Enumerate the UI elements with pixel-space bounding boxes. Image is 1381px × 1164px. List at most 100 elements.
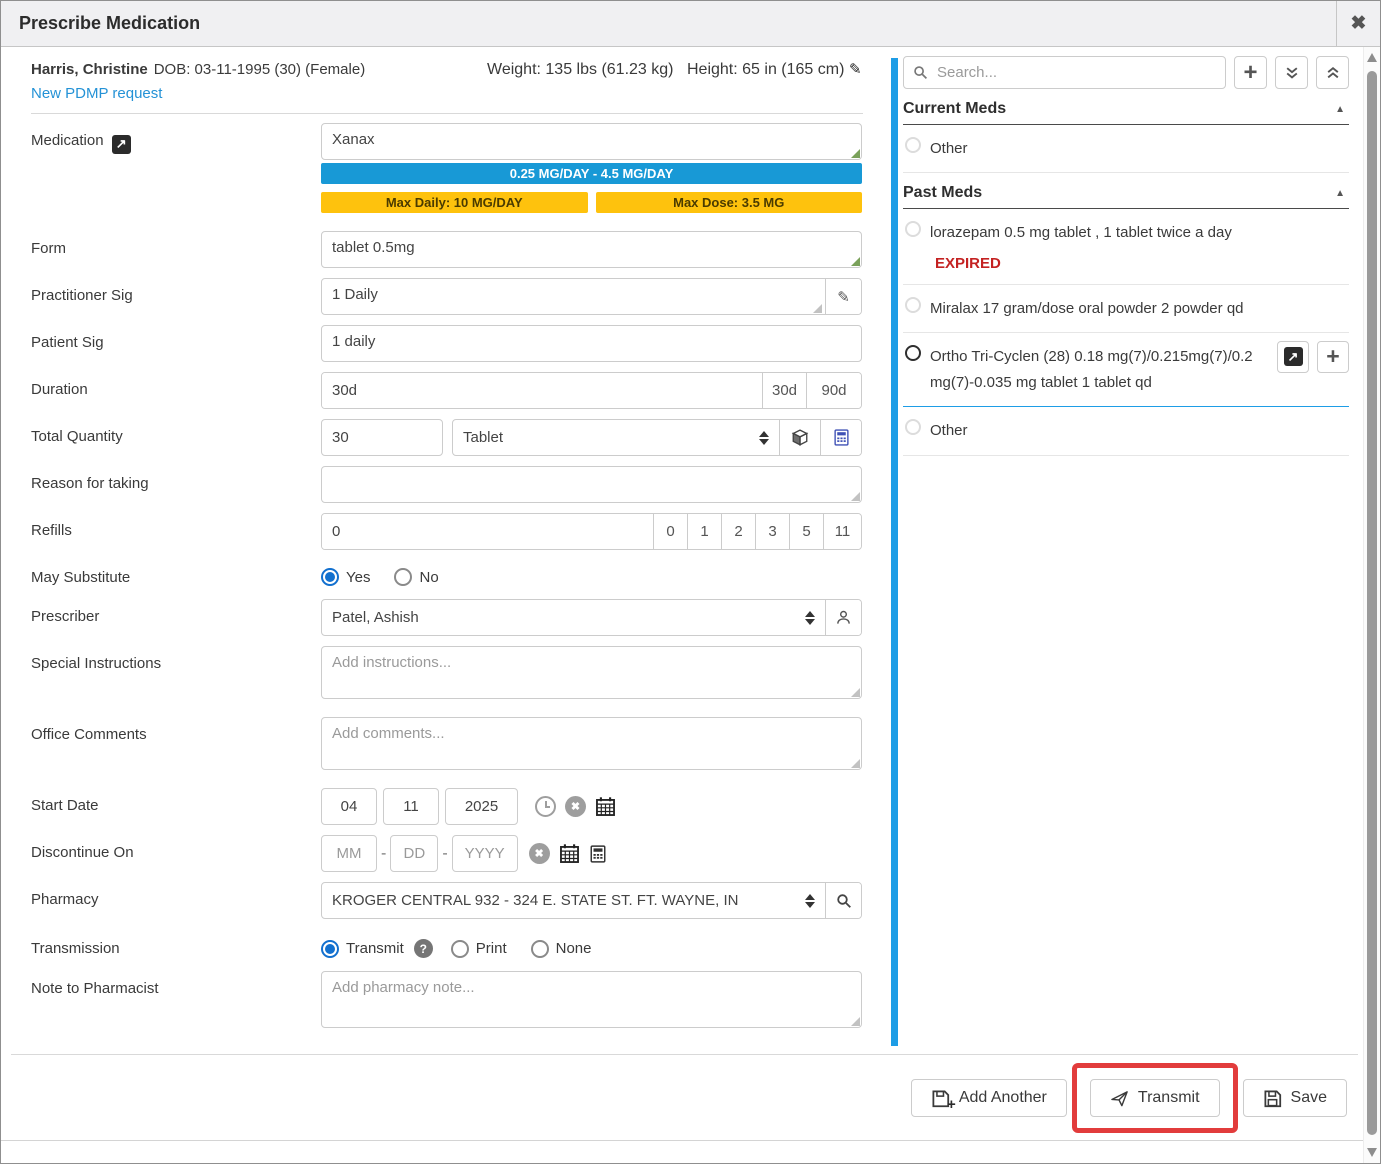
start-year-input[interactable] [445, 788, 518, 825]
resize-handle[interactable] [851, 1017, 860, 1026]
prescriber-select[interactable]: Patel, Ashish [322, 600, 825, 635]
resize-handle[interactable] [851, 492, 860, 501]
dose-range-badge: 0.25 MG/DAY - 4.5 MG/DAY [321, 163, 862, 184]
vertical-scrollbar[interactable] [1363, 47, 1380, 1163]
radio-icon[interactable] [905, 419, 921, 435]
office-comments-input[interactable] [321, 717, 862, 770]
paper-plane-icon [1110, 1089, 1129, 1108]
scroll-down-arrow[interactable] [1367, 1148, 1377, 1157]
divider [11, 1054, 1358, 1055]
close-button[interactable]: ✖ [1336, 1, 1380, 46]
prescriber-user-button[interactable] [825, 600, 861, 635]
duration-calculator-icon[interactable] [589, 845, 607, 863]
past-meds-header: Past Meds ▲ [903, 173, 1349, 209]
radio-icon [394, 568, 412, 586]
medication-input[interactable]: Xanax [321, 123, 862, 160]
transmit-highlight-box: Transmit [1072, 1063, 1238, 1133]
footer-actions: + Add Another Transmit Save [911, 1063, 1347, 1133]
start-date-label: Start Date [31, 788, 321, 825]
past-med-item[interactable]: Miralax 17 gram/dose oral powder 2 powde… [903, 285, 1349, 333]
sort-arrows-icon [759, 431, 769, 445]
past-med-other[interactable]: Other [903, 407, 1349, 455]
transmit-button[interactable]: Transmit [1090, 1079, 1220, 1117]
scrollbar-thumb[interactable] [1367, 71, 1377, 1135]
collapse-section-icon[interactable]: ▲ [1335, 188, 1345, 199]
clear-date-icon[interactable]: ✖ [565, 796, 586, 817]
open-med-button[interactable]: ↗ [1277, 341, 1309, 373]
quantity-calculator-button[interactable] [820, 420, 861, 455]
pharmacy-select[interactable]: KROGER CENTRAL 932 - 324 E. STATE ST. FT… [322, 883, 825, 918]
calendar-icon[interactable] [559, 843, 580, 864]
radio-icon[interactable] [905, 221, 921, 237]
reason-input[interactable] [321, 466, 862, 503]
refills-quick-11[interactable]: 11 [823, 514, 861, 549]
transmission-transmit-option[interactable]: Transmit [321, 940, 404, 958]
resize-handle[interactable] [813, 304, 822, 313]
current-med-other[interactable]: Other [903, 125, 1349, 173]
add-another-button[interactable]: + Add Another [911, 1079, 1067, 1117]
prescriber-label: Prescriber [31, 599, 321, 636]
edit-vitals-icon[interactable]: ✎ [849, 60, 862, 78]
discontinue-year-input[interactable] [452, 835, 518, 872]
start-day-input[interactable] [383, 788, 439, 825]
form-input[interactable]: tablet 0.5mg [321, 231, 862, 268]
duration-quick-90d[interactable]: 90d [806, 373, 861, 408]
radio-icon[interactable] [905, 137, 921, 153]
sort-arrows-icon [805, 611, 815, 625]
meds-sidebar: + Current Meds ▲ Other [903, 56, 1349, 456]
refills-input[interactable] [322, 514, 653, 549]
discontinue-month-input[interactable] [321, 835, 377, 872]
radio-icon[interactable] [905, 345, 921, 361]
resize-handle[interactable] [851, 257, 860, 266]
past-med-item[interactable]: lorazepam 0.5 mg tablet , 1 tablet twice… [903, 209, 1349, 284]
transmission-none-option[interactable]: None [531, 940, 592, 958]
expired-status-badge: EXPIRED [935, 255, 1349, 272]
duration-quick-30d[interactable]: 30d [762, 373, 806, 408]
radio-icon[interactable] [905, 297, 921, 313]
discontinue-day-input[interactable] [390, 835, 438, 872]
refills-quick-2[interactable]: 2 [721, 514, 755, 549]
meds-search-input[interactable] [935, 63, 1216, 82]
add-med-button[interactable]: + [1234, 56, 1267, 89]
collapse-all-button[interactable] [1316, 56, 1349, 89]
edit-sig-button[interactable]: ✎ [825, 279, 861, 314]
external-link-icon[interactable]: ↗ [112, 135, 131, 154]
special-instructions-input[interactable] [321, 646, 862, 699]
patient-info: Harris, Christine DOB: 03-11-1995 (30) (… [1, 47, 891, 114]
duration-input[interactable] [322, 373, 762, 408]
refills-quick-1[interactable]: 1 [687, 514, 721, 549]
substitute-no-option[interactable]: No [394, 568, 438, 586]
resize-handle[interactable] [851, 688, 860, 697]
total-quantity-input[interactable] [321, 419, 443, 456]
resize-handle[interactable] [851, 759, 860, 768]
clear-date-icon[interactable]: ✖ [529, 843, 550, 864]
meds-search-field[interactable] [903, 56, 1226, 89]
start-month-input[interactable] [321, 788, 377, 825]
clock-icon[interactable] [535, 796, 556, 817]
practitioner-sig-input[interactable]: 1 Daily [322, 279, 825, 314]
quantity-unit-select[interactable]: Tablet [453, 420, 779, 455]
refills-quick-0[interactable]: 0 [653, 514, 687, 549]
collapse-section-icon[interactable]: ▲ [1335, 104, 1345, 115]
cube-icon [791, 429, 809, 447]
refills-quick-3[interactable]: 3 [755, 514, 789, 549]
help-icon[interactable]: ? [414, 939, 433, 958]
refills-quick-5[interactable]: 5 [789, 514, 823, 549]
scroll-up-arrow[interactable] [1367, 53, 1377, 62]
double-chevron-down-icon [1285, 66, 1299, 80]
substitute-yes-option[interactable]: Yes [321, 568, 370, 586]
calendar-icon[interactable] [595, 796, 616, 817]
radio-icon [531, 940, 549, 958]
divider [1, 1140, 1363, 1141]
pdmp-request-link[interactable]: New PDMP request [31, 85, 162, 102]
save-button[interactable]: Save [1243, 1079, 1347, 1117]
patient-sig-input[interactable]: 1 daily [321, 325, 862, 362]
transmission-print-option[interactable]: Print [451, 940, 507, 958]
pharmacy-note-input[interactable] [321, 971, 862, 1028]
expand-all-button[interactable] [1275, 56, 1308, 89]
dispense-unit-button[interactable] [779, 420, 820, 455]
pharmacy-search-button[interactable] [825, 883, 861, 918]
past-med-item-selected[interactable]: Ortho Tri-Cyclen (28) 0.18 mg(7)/0.215mg… [903, 333, 1349, 408]
add-this-med-button[interactable]: + [1317, 341, 1349, 373]
resize-handle[interactable] [851, 149, 860, 158]
